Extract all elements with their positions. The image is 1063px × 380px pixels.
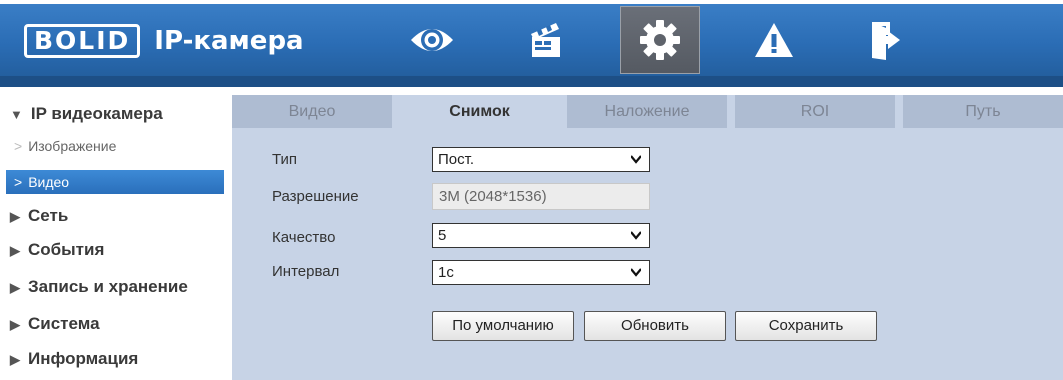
triangle-right-icon: ▶ bbox=[10, 280, 20, 295]
tab-roi[interactable]: ROI bbox=[735, 95, 895, 128]
sidebar-item-events[interactable]: ▶ События bbox=[10, 240, 104, 260]
triangle-down-icon: ▼ bbox=[10, 107, 23, 122]
sidebar-item-label: Информация bbox=[28, 349, 139, 368]
warning-icon bbox=[755, 23, 793, 57]
sidebar-item-system[interactable]: ▶ Система bbox=[10, 314, 100, 334]
tab-overlay[interactable]: Наложение bbox=[567, 95, 727, 128]
gear-icon bbox=[640, 20, 680, 60]
sidebar-item-label: Сеть bbox=[28, 206, 69, 225]
triangle-right-icon: ▶ bbox=[10, 209, 20, 224]
logo: BOLID IP-камера bbox=[24, 24, 304, 58]
nav-live-view[interactable] bbox=[392, 4, 472, 76]
quality-select-value: 5 bbox=[438, 227, 447, 244]
sidebar-item-network[interactable]: ▶ Сеть bbox=[10, 206, 68, 226]
refresh-button[interactable]: Обновить bbox=[584, 311, 726, 341]
quality-select[interactable]: 5 bbox=[432, 223, 650, 248]
bolid-logo: BOLID bbox=[24, 24, 141, 58]
sidebar-subitem-label: Изображение bbox=[28, 138, 117, 154]
save-button[interactable]: Сохранить bbox=[735, 311, 877, 341]
tab-snapshot[interactable]: Снимок bbox=[400, 95, 559, 128]
triangle-right-icon: ▶ bbox=[10, 243, 20, 258]
nav-settings[interactable] bbox=[620, 6, 700, 74]
interval-label: Интервал bbox=[272, 263, 340, 280]
type-select-value: Пост. bbox=[438, 151, 474, 168]
sidebar-subitem-label: Видео bbox=[28, 174, 70, 190]
exit-icon bbox=[872, 22, 900, 60]
sidebar-item-label: Система bbox=[28, 314, 100, 333]
resolution-field: 3M (2048*1536) bbox=[432, 183, 650, 210]
type-select[interactable]: Пост. bbox=[432, 147, 650, 172]
eye-icon bbox=[411, 29, 453, 51]
chevron-down-icon bbox=[631, 231, 641, 240]
sidebar-item-label: События bbox=[28, 240, 105, 259]
chevron-down-icon bbox=[631, 155, 641, 164]
sidebar-subitem-image[interactable]: > Изображение bbox=[14, 138, 116, 154]
default-button[interactable]: По умолчанию bbox=[432, 311, 574, 341]
sidebar-item-label: IP видеокамера bbox=[30, 104, 163, 123]
top-header: BOLID IP-камера bbox=[0, 4, 1063, 76]
chevron-down-icon bbox=[631, 268, 641, 277]
app-title: IP-камера bbox=[154, 26, 304, 56]
sidebar-item-recording[interactable]: ▶ Запись и хранение bbox=[10, 277, 188, 297]
sidebar-subitem-video[interactable]: > Видео bbox=[6, 170, 224, 194]
header-divider bbox=[0, 76, 1063, 87]
nav-playback[interactable] bbox=[506, 4, 586, 76]
nav-logout[interactable] bbox=[844, 4, 924, 76]
interval-select[interactable]: 1с bbox=[432, 260, 650, 285]
triangle-right-icon: ▶ bbox=[10, 352, 20, 367]
quality-label: Качество bbox=[272, 229, 336, 246]
tab-path[interactable]: Путь bbox=[903, 95, 1063, 128]
sidebar-item-ip-camera[interactable]: ▼ IP видеокамера bbox=[10, 104, 163, 124]
triangle-right-icon: ▶ bbox=[10, 317, 20, 332]
type-label: Тип bbox=[272, 151, 298, 168]
clapperboard-icon bbox=[531, 23, 560, 57]
nav-alarm[interactable] bbox=[734, 4, 814, 76]
resolution-label: Разрешение bbox=[272, 188, 359, 205]
sidebar-item-label: Запись и хранение bbox=[28, 277, 188, 296]
settings-panel: Видео Снимок Наложение ROI Путь Тип Пост… bbox=[232, 95, 1063, 380]
chevron-right-icon: > bbox=[14, 174, 23, 190]
sidebar-item-information[interactable]: ▶ Информация bbox=[10, 349, 138, 369]
interval-select-value: 1с bbox=[438, 264, 454, 281]
chevron-right-icon: > bbox=[14, 138, 23, 154]
tab-video[interactable]: Видео bbox=[232, 95, 392, 128]
